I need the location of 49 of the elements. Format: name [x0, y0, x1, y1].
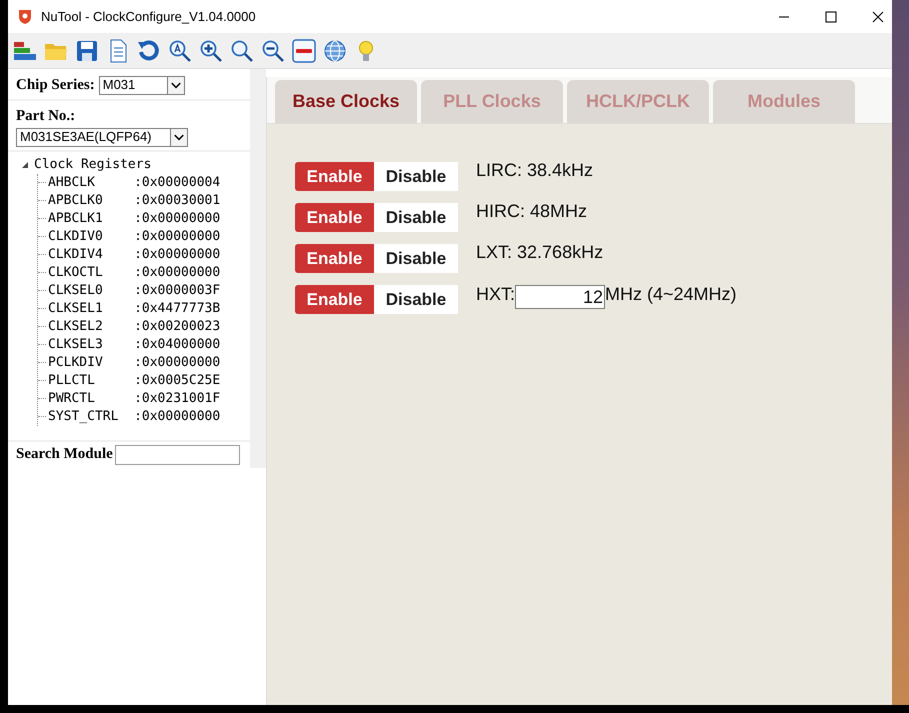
minus-icon[interactable] — [292, 38, 316, 62]
register-entry[interactable]: PWRCTL :0x0231001F — [46, 390, 220, 408]
disable-button[interactable]: Disable — [374, 285, 458, 314]
clock-label: HXT: — [476, 283, 516, 306]
zoom-in-icon[interactable] — [199, 38, 223, 62]
register-entry[interactable]: AHBCLK :0x00000004 — [46, 174, 220, 192]
tab[interactable]: Base Clocks — [275, 80, 417, 123]
register-entry[interactable]: CLKSEL2 :0x00200023 — [46, 318, 220, 336]
chip-series-select[interactable]: M031 — [98, 76, 185, 94]
register-entry[interactable]: CLKDIV0 :0x00000000 — [46, 228, 220, 246]
register-entry[interactable]: CLKSEL1 :0x4477773B — [46, 300, 220, 318]
globe-icon[interactable] — [323, 38, 347, 62]
enable-button[interactable]: Enable — [295, 162, 374, 191]
enable-button[interactable]: Enable — [295, 285, 374, 314]
register-entry[interactable]: PCLKDIV :0x00000000 — [46, 354, 220, 372]
disable-button[interactable]: Disable — [374, 203, 458, 232]
register-entry[interactable]: SYST_CTRL :0x00000000 — [46, 408, 220, 426]
clock-label: LIRC: 38.4kHz — [476, 159, 594, 182]
save-icon[interactable] — [75, 38, 99, 62]
register-entry[interactable]: APBCLK0 :0x00030001 — [46, 192, 220, 210]
tree-root-label[interactable]: Clock Registers — [34, 156, 152, 174]
clock-label: LXT: 32.768kHz — [476, 241, 604, 264]
disable-button[interactable]: Disable — [374, 244, 458, 273]
register-entry[interactable]: PLLCTL :0x0005C25E — [46, 372, 220, 390]
search-icon[interactable] — [230, 38, 254, 62]
chip-series-label: Chip Series: — [16, 76, 95, 95]
app-icon — [18, 8, 32, 24]
magnifier-letter-icon[interactable] — [168, 38, 192, 62]
window-title: NuTool - ClockConfigure_V1.04.0000 — [41, 8, 256, 26]
expand-triangle-icon[interactable] — [20, 160, 30, 170]
register-entry[interactable]: CLKOCTL :0x00000000 — [46, 264, 220, 282]
enable-button[interactable]: Enable — [295, 203, 374, 232]
register-entry[interactable]: CLKDIV4 :0x00000000 — [46, 246, 220, 264]
register-entry[interactable]: CLKSEL0 :0x0000003F — [46, 282, 220, 300]
clock-label: HIRC: 48MHz — [476, 200, 588, 223]
part-no-label: Part No.: — [16, 107, 76, 126]
maximize-icon[interactable] — [825, 10, 837, 22]
register-entry[interactable]: APBCLK1 :0x00000000 — [46, 210, 220, 228]
search-module-field[interactable] — [114, 444, 240, 464]
refresh-icon[interactable] — [137, 38, 161, 62]
unit-label: MHz (4~24MHz) — [605, 283, 737, 306]
register-entry[interactable]: CLKSEL3 :0x04000000 — [46, 336, 220, 354]
part-no-select[interactable]: M031SE3AE(LQFP64) — [16, 128, 188, 146]
search-module-label: Search Module — [16, 445, 113, 464]
hxt-frequency-field[interactable]: 12 — [515, 285, 606, 309]
close-icon[interactable] — [872, 10, 884, 22]
enable-button[interactable]: Enable — [295, 244, 374, 273]
disable-button[interactable]: Disable — [374, 162, 458, 191]
zoom-out-icon[interactable] — [261, 38, 285, 62]
